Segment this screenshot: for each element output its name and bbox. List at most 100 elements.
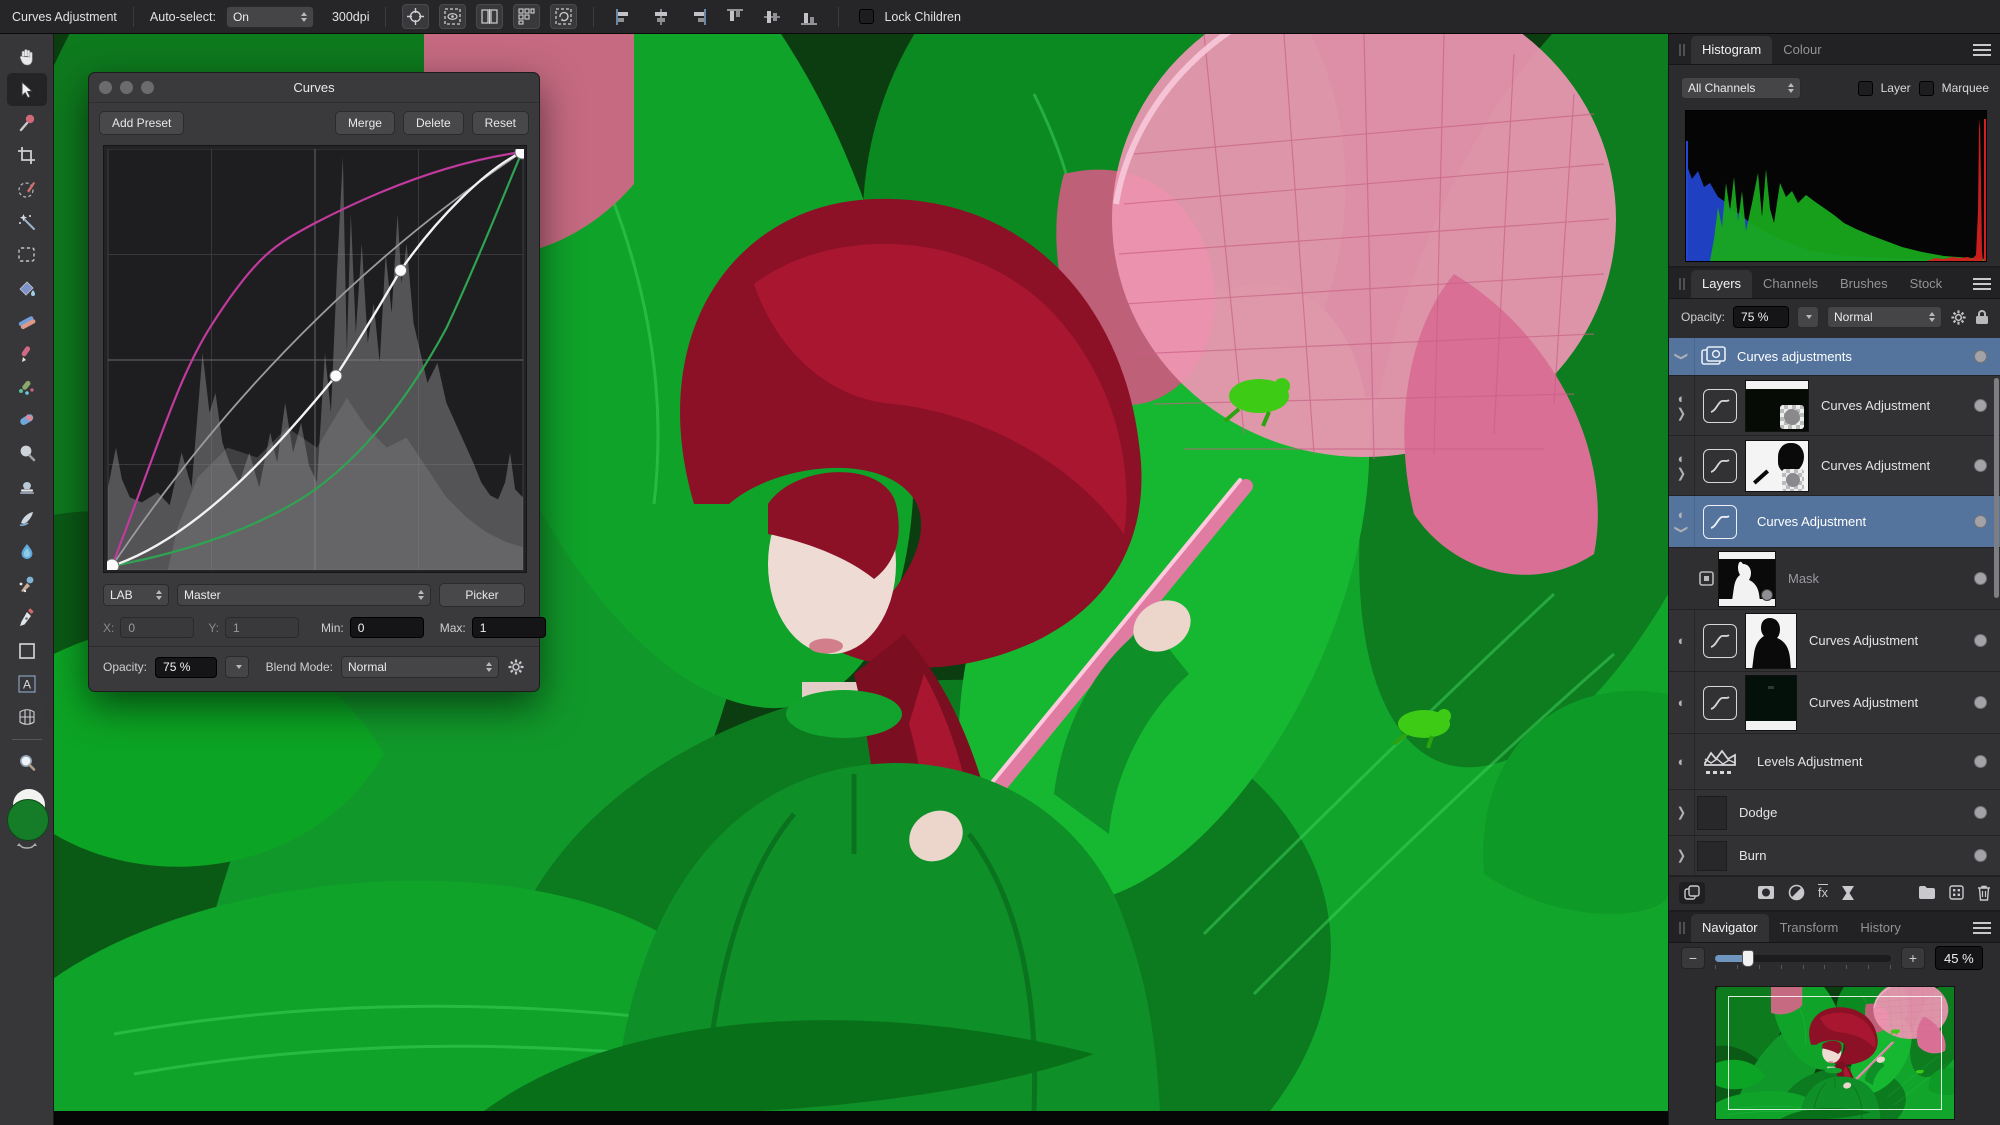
tab-brushes[interactable]: Brushes <box>1829 270 1899 298</box>
layer-visibility-dot[interactable] <box>1974 399 1987 412</box>
navigator-thumbnail[interactable] <box>1715 986 1955 1120</box>
row-gutter[interactable]: ❯ <box>1669 790 1695 835</box>
layer-visibility-dot[interactable] <box>1974 350 1987 363</box>
curves-dialog[interactable]: Curves Add Preset Merge Delete Reset <box>88 72 540 692</box>
hide-selection-button[interactable] <box>439 4 466 29</box>
transform-separately-button[interactable] <box>476 4 503 29</box>
row-gutter[interactable]: ◐ <box>1669 672 1695 733</box>
curves-graph[interactable] <box>103 145 527 573</box>
layer-visibility-dot[interactable] <box>1974 849 1987 862</box>
opacity-field[interactable]: 75 % <box>155 657 217 678</box>
tab-channels[interactable]: Channels <box>1752 270 1829 298</box>
layer-visibility-dot[interactable] <box>1974 515 1987 528</box>
panel-menu-icon[interactable] <box>1973 922 1991 934</box>
layer-thumbnail[interactable] <box>1745 380 1809 432</box>
chevron-right-icon[interactable]: ❯ <box>1677 805 1686 821</box>
duplicate-layer-button[interactable] <box>1679 882 1705 904</box>
layer-row[interactable]: ◐❯ Curves Adjustment <box>1669 376 2000 436</box>
chevron-down-icon[interactable]: ❯ <box>1674 524 1690 533</box>
layer-row[interactable]: ◐ Curves Adjustment <box>1669 610 2000 672</box>
crop-tool[interactable] <box>7 139 47 172</box>
layer-effects-button[interactable]: fx <box>1818 884 1828 900</box>
align-left-button[interactable] <box>610 4 637 29</box>
layers-opacity-toggle[interactable] <box>1797 306 1819 328</box>
layers-gear-icon[interactable] <box>1950 309 1967 326</box>
layer-row-group[interactable]: ❯ Curves adjustments <box>1669 338 2000 376</box>
layer-row[interactable]: ◐❯ Curves Adjustment <box>1669 436 2000 496</box>
tab-history[interactable]: History <box>1849 914 1911 942</box>
colour-picker-tool[interactable] <box>7 106 47 139</box>
window-close-button[interactable] <box>99 81 112 94</box>
lock-icon[interactable] <box>1975 309 1989 325</box>
clone-tool[interactable] <box>7 469 47 502</box>
layer-row[interactable]: ◐ Levels Adjustment <box>1669 734 2000 790</box>
chevron-right-icon[interactable]: ❯ <box>1677 848 1686 864</box>
gradient-tool[interactable] <box>7 304 47 337</box>
panel-grip[interactable] <box>1675 919 1689 937</box>
panel-grip[interactable] <box>1675 275 1689 293</box>
layer-thumbnail[interactable] <box>1745 675 1797 731</box>
move-tool[interactable] <box>7 73 47 106</box>
max-field[interactable]: 1 <box>472 617 546 638</box>
colour-swatches[interactable] <box>5 789 49 843</box>
layer-checkbox[interactable] <box>1858 81 1873 96</box>
flood-select-tool[interactable] <box>7 205 47 238</box>
row-gutter[interactable]: ◐❯ <box>1669 376 1695 435</box>
primary-colour-swatch[interactable] <box>7 799 49 841</box>
curve-node-mid1[interactable] <box>330 370 342 382</box>
align-middle-v-button[interactable] <box>758 4 785 29</box>
blur-tool[interactable] <box>7 535 47 568</box>
blend-mode-dropdown[interactable]: Normal <box>341 656 499 678</box>
rectangle-tool[interactable] <box>7 634 47 667</box>
curve-node-mid2[interactable] <box>395 264 407 276</box>
row-gutter[interactable]: ❯ <box>1669 338 1695 375</box>
curves-dialog-titlebar[interactable]: Curves <box>89 73 539 103</box>
row-gutter[interactable]: ◐ <box>1669 610 1695 671</box>
mask-thumbnail[interactable] <box>1718 551 1776 607</box>
align-center-h-button[interactable] <box>647 4 674 29</box>
reset-button[interactable]: Reset <box>472 111 529 135</box>
live-filter-button[interactable] <box>1841 885 1855 901</box>
layer-row[interactable]: ❯ Dodge <box>1669 790 2000 836</box>
zoom-out-button[interactable]: − <box>1681 947 1705 969</box>
layer-visibility-dot[interactable] <box>1974 696 1987 709</box>
min-field[interactable]: 0 <box>350 617 424 638</box>
mask-row[interactable]: Mask <box>1669 548 2000 610</box>
panel-menu-icon[interactable] <box>1973 44 1991 56</box>
row-gutter[interactable]: ❯ <box>1669 836 1695 875</box>
layers-opacity-field[interactable]: 75 % <box>1733 306 1789 328</box>
chevron-right-icon[interactable]: ❯ <box>1677 465 1686 481</box>
auto-select-dropdown[interactable]: On <box>226 6 314 28</box>
tab-transform[interactable]: Transform <box>1769 914 1850 942</box>
channel-dropdown[interactable]: Master <box>177 584 431 606</box>
pixel-tool[interactable] <box>7 370 47 403</box>
paint-brush-tool[interactable] <box>7 337 47 370</box>
channels-dropdown[interactable]: All Channels <box>1681 77 1801 99</box>
align-right-button[interactable] <box>684 4 711 29</box>
tab-histogram[interactable]: Histogram <box>1691 36 1772 64</box>
tab-navigator[interactable]: Navigator <box>1691 914 1769 942</box>
selection-brush-tool[interactable] <box>7 172 47 205</box>
erase-tool[interactable] <box>7 403 47 436</box>
panel-grip[interactable] <box>1675 41 1689 59</box>
chevron-right-icon[interactable]: ❯ <box>1677 405 1686 421</box>
layers-blend-dropdown[interactable]: Normal <box>1827 306 1942 328</box>
marquee-checkbox[interactable] <box>1919 81 1934 96</box>
colorspace-dropdown[interactable]: LAB <box>103 584 169 606</box>
adjustment-button[interactable] <box>1788 884 1805 901</box>
view-tool[interactable] <box>7 40 47 73</box>
pen-tool[interactable] <box>7 601 47 634</box>
add-preset-button[interactable]: Add Preset <box>99 111 184 135</box>
lock-children-checkbox[interactable] <box>859 9 874 24</box>
dodge-tool[interactable] <box>7 436 47 469</box>
layer-row[interactable]: ◐ Curves Adjustment <box>1669 672 2000 734</box>
zoom-percentage[interactable]: 45 % <box>1935 946 1983 970</box>
healing-tool[interactable] <box>7 568 47 601</box>
layer-visibility-dot[interactable] <box>1974 459 1987 472</box>
layer-visibility-dot[interactable] <box>1974 634 1987 647</box>
zoom-in-button[interactable]: + <box>1901 947 1925 969</box>
delete-layer-button[interactable] <box>1977 885 1991 901</box>
layer-visibility-dot[interactable] <box>1974 755 1987 768</box>
flood-fill-tool[interactable] <box>7 271 47 304</box>
navigator-viewport-rect[interactable] <box>1728 996 1942 1110</box>
